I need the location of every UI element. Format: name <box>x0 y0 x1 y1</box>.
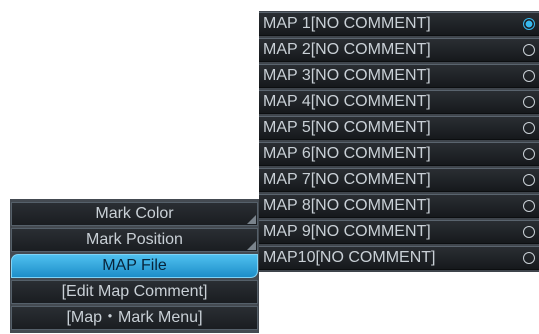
map-file-label: MAP 9[NO COMMENT] <box>263 223 431 240</box>
radio-checked-icon[interactable] <box>523 18 535 30</box>
map-file-row-6[interactable]: MAP 6[NO COMMENT] <box>259 142 539 166</box>
map-file-row-9[interactable]: MAP 9[NO COMMENT] <box>259 220 539 244</box>
map-file-label: MAP 3[NO COMMENT] <box>263 67 431 84</box>
menu-item-map-mark-menu[interactable]: [Map・Mark Menu] <box>11 306 258 330</box>
map-file-row-8[interactable]: MAP 8[NO COMMENT] <box>259 194 539 218</box>
menu-item-label: Mark Color <box>95 205 174 222</box>
map-file-row-2[interactable]: MAP 2[NO COMMENT] <box>259 38 539 62</box>
radio-unchecked-icon[interactable] <box>523 70 535 82</box>
map-mark-menu: Mark Color Mark Position MAP File [Edit … <box>10 199 259 333</box>
map-file-row-4[interactable]: MAP 4[NO COMMENT] <box>259 90 539 114</box>
radio-unchecked-icon[interactable] <box>523 174 535 186</box>
menu-item-edit-map-comment[interactable]: [Edit Map Comment] <box>11 280 258 304</box>
map-file-label: MAP 5[NO COMMENT] <box>263 119 431 136</box>
radio-unchecked-icon[interactable] <box>523 226 535 238</box>
map-file-row-10[interactable]: MAP10[NO COMMENT] <box>259 246 539 270</box>
radio-unchecked-icon[interactable] <box>523 200 535 212</box>
menu-item-label: [Map・Mark Menu] <box>66 309 203 326</box>
submenu-arrow-icon <box>247 215 256 224</box>
map-file-row-5[interactable]: MAP 5[NO COMMENT] <box>259 116 539 140</box>
radio-unchecked-icon[interactable] <box>523 44 535 56</box>
menu-item-mark-color[interactable]: Mark Color <box>11 202 258 226</box>
map-file-row-7[interactable]: MAP 7[NO COMMENT] <box>259 168 539 192</box>
map-file-label: MAP 2[NO COMMENT] <box>263 41 431 58</box>
menu-item-label: [Edit Map Comment] <box>61 283 208 300</box>
map-file-label: MAP 8[NO COMMENT] <box>263 197 431 214</box>
map-file-list: MAP 1[NO COMMENT] MAP 2[NO COMMENT] MAP … <box>259 11 539 272</box>
map-file-label: MAP 1[NO COMMENT] <box>263 15 431 32</box>
map-file-row-3[interactable]: MAP 3[NO COMMENT] <box>259 64 539 88</box>
menu-item-mark-position[interactable]: Mark Position <box>11 228 258 252</box>
map-file-label: MAP 4[NO COMMENT] <box>263 93 431 110</box>
radio-unchecked-icon[interactable] <box>523 252 535 264</box>
map-file-label: MAP 6[NO COMMENT] <box>263 145 431 162</box>
submenu-arrow-icon <box>247 241 256 250</box>
map-file-label: MAP 7[NO COMMENT] <box>263 171 431 188</box>
radio-unchecked-icon[interactable] <box>523 96 535 108</box>
menu-item-label: MAP File <box>102 257 167 274</box>
map-file-label: MAP10[NO COMMENT] <box>263 249 436 266</box>
map-file-row-1[interactable]: MAP 1[NO COMMENT] <box>259 12 539 36</box>
menu-item-label: Mark Position <box>86 231 183 248</box>
menu-item-map-file[interactable]: MAP File <box>11 254 258 278</box>
radio-unchecked-icon[interactable] <box>523 122 535 134</box>
radio-unchecked-icon[interactable] <box>523 148 535 160</box>
